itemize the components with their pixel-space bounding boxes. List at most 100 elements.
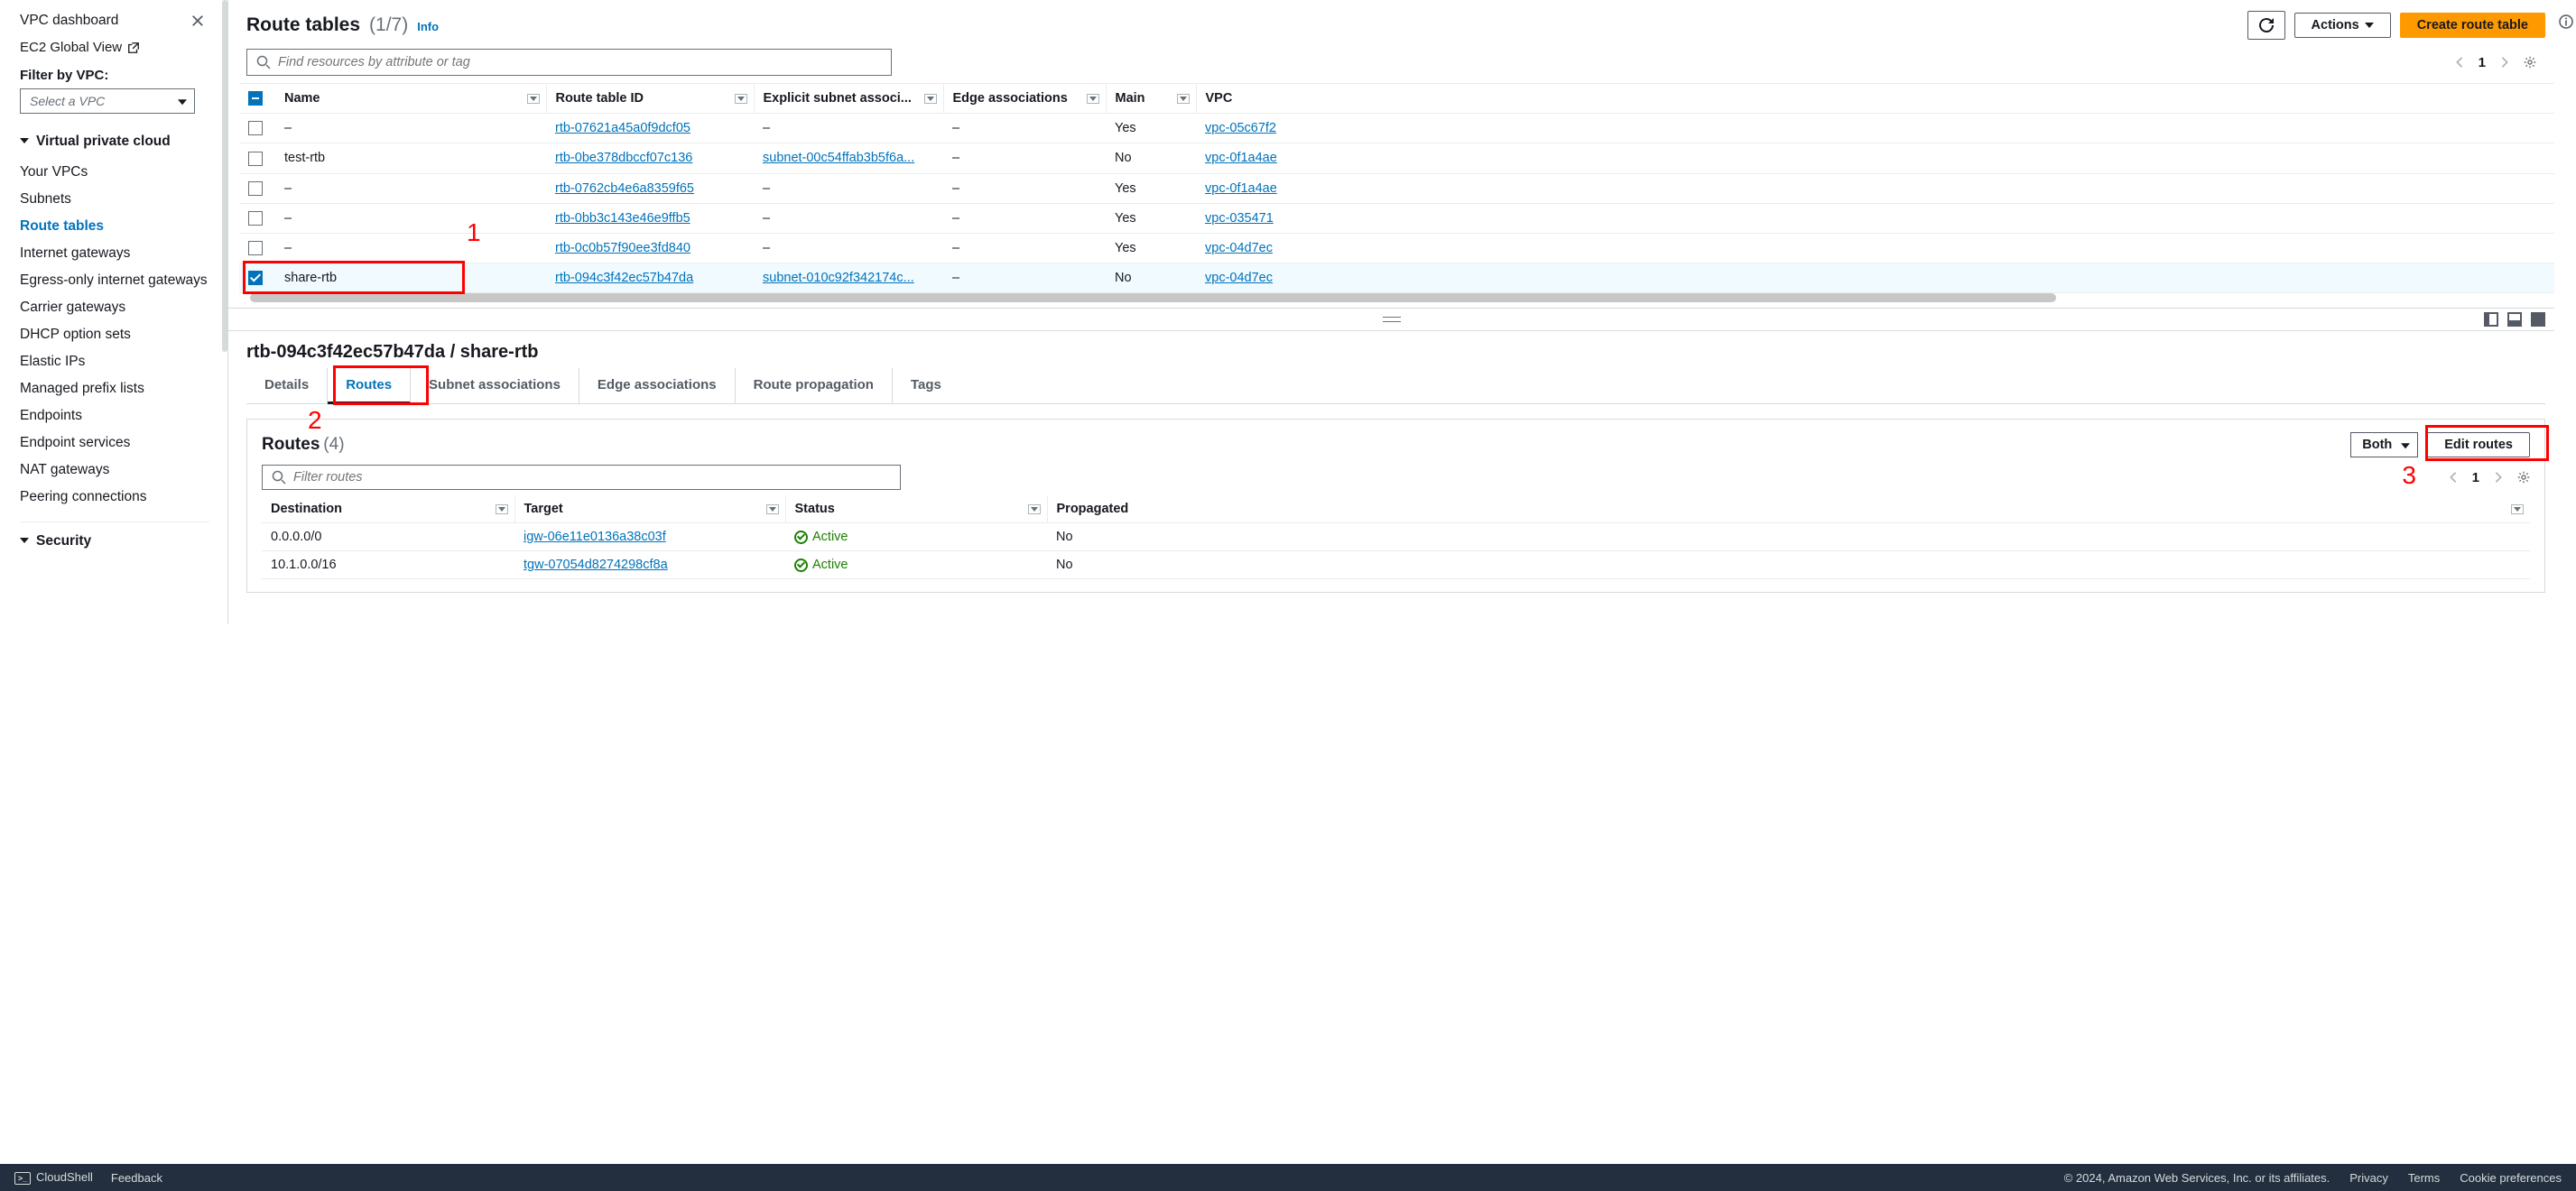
sidebar-item-dhcp-option-sets[interactable]: DHCP option sets xyxy=(20,321,227,348)
actions-button[interactable]: Actions xyxy=(2294,13,2391,38)
horizontal-scrollbar[interactable] xyxy=(239,293,2554,304)
layout-side-icon[interactable] xyxy=(2484,312,2498,327)
sidebar-item-elastic-ips[interactable]: Elastic IPs xyxy=(20,348,227,375)
route-table-id-link[interactable]: rtb-0bb3c143e46e9ffb5 xyxy=(555,211,690,226)
sidebar-item-carrier-gateways[interactable]: Carrier gateways xyxy=(20,294,227,321)
privacy-link[interactable]: Privacy xyxy=(2349,1171,2388,1185)
route-table-id-link[interactable]: rtb-0762cb4e6a8359f65 xyxy=(555,181,694,196)
col-status[interactable]: Status xyxy=(795,502,835,516)
sidebar-item-your-vpcs[interactable]: Your VPCs xyxy=(20,159,227,186)
col-subnet-assoc[interactable]: Explicit subnet associ... xyxy=(764,91,912,106)
layout-bottom-icon[interactable] xyxy=(2507,312,2522,327)
create-route-table-button[interactable]: Create route table xyxy=(2400,13,2545,38)
close-icon[interactable] xyxy=(191,14,204,27)
cookie-preferences-link[interactable]: Cookie preferences xyxy=(2460,1171,2562,1185)
cloudshell-link[interactable]: >_CloudShell xyxy=(14,1170,93,1185)
settings-icon[interactable] xyxy=(2517,471,2530,484)
table-row[interactable]: test-rtb rtb-0be378dbccf07c136 subnet-00… xyxy=(239,143,2554,173)
table-row[interactable]: – rtb-07621a45a0f9dcf05 – – Yes vpc-05c6… xyxy=(239,114,2554,143)
sort-icon[interactable] xyxy=(1089,97,1097,101)
subnet-link[interactable]: subnet-00c54ffab3b5f6a... xyxy=(763,151,914,165)
row-checkbox[interactable] xyxy=(248,211,263,226)
layout-full-icon[interactable] xyxy=(2531,312,2545,327)
sort-icon[interactable] xyxy=(1031,507,1038,512)
routes-search-input[interactable] xyxy=(293,470,891,485)
col-vpc[interactable]: VPC xyxy=(1206,91,1233,106)
col-destination[interactable]: Destination xyxy=(271,502,342,516)
help-panel-toggle[interactable] xyxy=(2556,0,2576,1191)
vpc-link[interactable]: vpc-05c67f2 xyxy=(1205,121,1276,135)
sidebar-item-subnets[interactable]: Subnets xyxy=(20,186,227,213)
table-row[interactable]: – rtb-0762cb4e6a8359f65 – – Yes vpc-0f1a… xyxy=(239,173,2554,203)
vpc-link[interactable]: vpc-0f1a4ae xyxy=(1205,151,1277,165)
row-checkbox[interactable] xyxy=(248,121,263,135)
sidebar-item-route-tables[interactable]: Route tables xyxy=(20,213,227,240)
row-checkbox[interactable] xyxy=(248,241,263,255)
tab-routes[interactable]: Routes xyxy=(328,368,411,404)
sort-icon[interactable] xyxy=(498,507,505,512)
route-table-id-link[interactable]: rtb-094c3f42ec57b47da xyxy=(555,271,693,285)
sidebar-item-egress-only-gateways[interactable]: Egress-only internet gateways xyxy=(20,267,227,294)
vpc-link[interactable]: vpc-0f1a4ae xyxy=(1205,181,1277,196)
sort-icon[interactable] xyxy=(769,507,776,512)
info-link[interactable]: Info xyxy=(417,20,439,33)
sidebar-item-endpoints[interactable]: Endpoints xyxy=(20,402,227,429)
refresh-button[interactable] xyxy=(2247,11,2285,40)
sidebar-title[interactable]: VPC dashboard xyxy=(20,13,118,29)
next-page-icon[interactable] xyxy=(2498,56,2511,69)
prev-page-icon[interactable] xyxy=(2447,471,2460,484)
terms-link[interactable]: Terms xyxy=(2408,1171,2440,1185)
nav-section-vpc[interactable]: Virtual private cloud xyxy=(20,134,227,150)
routes-filter-both-dropdown[interactable]: Both xyxy=(2350,432,2418,457)
sidebar-item-peering-connections[interactable]: Peering connections xyxy=(20,484,227,511)
col-main[interactable]: Main xyxy=(1116,91,1145,106)
sort-icon[interactable] xyxy=(737,97,745,101)
sort-icon[interactable] xyxy=(927,97,934,101)
next-page-icon[interactable] xyxy=(2492,471,2505,484)
vpc-link[interactable]: vpc-035471 xyxy=(1205,211,1274,226)
sort-icon[interactable] xyxy=(530,97,537,101)
col-route-table-id[interactable]: Route table ID xyxy=(556,91,644,106)
col-name[interactable]: Name xyxy=(284,91,320,106)
row-checkbox[interactable] xyxy=(248,271,263,285)
sidebar-scrollbar[interactable] xyxy=(222,0,227,352)
row-checkbox[interactable] xyxy=(248,152,263,166)
sidebar-item-endpoint-services[interactable]: Endpoint services xyxy=(20,429,227,457)
col-propagated[interactable]: Propagated xyxy=(1057,502,1129,516)
target-link[interactable]: igw-06e11e0136a38c03f xyxy=(524,530,666,544)
sidebar-item-nat-gateways[interactable]: NAT gateways xyxy=(20,457,227,484)
routes-search-wrapper[interactable] xyxy=(262,465,901,490)
sidebar-item-internet-gateways[interactable]: Internet gateways xyxy=(20,240,227,267)
edit-routes-button[interactable]: Edit routes xyxy=(2427,432,2530,457)
col-edge-assoc[interactable]: Edge associations xyxy=(953,91,1068,106)
row-checkbox[interactable] xyxy=(248,181,263,196)
vpc-link[interactable]: vpc-04d7ec xyxy=(1205,271,1273,285)
settings-icon[interactable] xyxy=(2524,56,2536,69)
subnet-link[interactable]: subnet-010c92f342174c... xyxy=(763,271,914,285)
vpc-link[interactable]: vpc-04d7ec xyxy=(1205,241,1273,255)
route-table-id-link[interactable]: rtb-0be378dbccf07c136 xyxy=(555,151,692,165)
search-input-wrapper[interactable] xyxy=(246,49,892,76)
sort-icon[interactable] xyxy=(1180,97,1187,101)
ec2-global-view-link[interactable]: EC2 Global View xyxy=(20,40,227,55)
table-row[interactable]: share-rtb rtb-094c3f42ec57b47da subnet-0… xyxy=(239,263,2554,293)
sort-icon[interactable] xyxy=(2514,507,2521,512)
tab-tags[interactable]: Tags xyxy=(893,368,959,403)
nav-section-security[interactable]: Security xyxy=(20,533,227,549)
tab-details[interactable]: Details xyxy=(246,368,328,403)
select-vpc-dropdown[interactable]: Select a VPC xyxy=(20,88,195,114)
route-table-id-link[interactable]: rtb-07621a45a0f9dcf05 xyxy=(555,121,690,135)
split-pane-divider[interactable] xyxy=(228,308,2554,331)
feedback-link[interactable]: Feedback xyxy=(111,1171,162,1185)
target-link[interactable]: tgw-07054d8274298cf8a xyxy=(524,558,668,572)
table-row[interactable]: – rtb-0bb3c143e46e9ffb5 – – Yes vpc-0354… xyxy=(239,203,2554,233)
table-row[interactable]: – rtb-0c0b57f90ee3fd840 – – Yes vpc-04d7… xyxy=(239,233,2554,263)
tab-route-propagation[interactable]: Route propagation xyxy=(736,368,893,403)
select-all-checkbox[interactable] xyxy=(248,91,263,106)
col-target[interactable]: Target xyxy=(524,502,563,516)
sidebar-item-managed-prefix-lists[interactable]: Managed prefix lists xyxy=(20,375,227,402)
prev-page-icon[interactable] xyxy=(2453,56,2466,69)
tab-edge-associations[interactable]: Edge associations xyxy=(579,368,736,403)
tab-subnet-associations[interactable]: Subnet associations xyxy=(411,368,579,403)
route-table-id-link[interactable]: rtb-0c0b57f90ee3fd840 xyxy=(555,241,690,255)
